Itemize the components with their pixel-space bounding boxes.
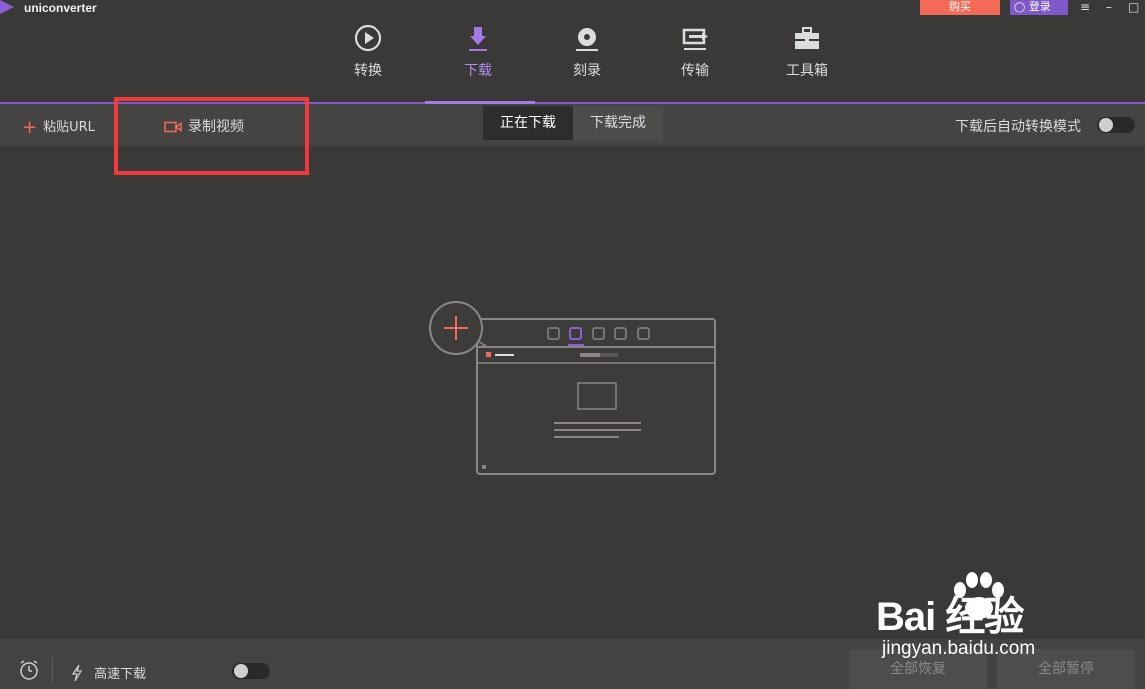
bottom-divider	[52, 657, 53, 683]
transfer-icon	[660, 22, 730, 54]
paste-url-button[interactable]: + 粘贴URL	[22, 116, 95, 138]
title-bar: uniconverter 购买 ◯ 登录 ≡ – □	[0, 0, 1145, 16]
user-icon: ◯	[1014, 2, 1026, 13]
empty-state-illustration	[428, 300, 718, 480]
maximize-icon[interactable]: □	[1128, 0, 1139, 14]
tab-download-label: 下载	[464, 63, 492, 79]
tab-convert-label: 转换	[354, 63, 382, 79]
download-icon	[443, 22, 513, 54]
login-label: 登录	[1028, 0, 1051, 13]
toggle-knob	[1099, 118, 1113, 132]
tab-download[interactable]: 下载	[443, 22, 513, 80]
tab-toolbox[interactable]: 工具箱	[772, 22, 842, 80]
highlight-annotation	[114, 97, 309, 175]
paste-url-label: 粘贴URL	[43, 120, 95, 135]
tab-transfer-label: 传输	[681, 63, 709, 79]
toggle-knob	[234, 664, 248, 678]
burn-icon	[552, 22, 622, 54]
app-title: uniconverter	[24, 1, 97, 15]
auto-convert-label: 下载后自动转换模式	[955, 119, 1081, 135]
lightning-icon	[71, 664, 86, 682]
high-speed-toggle[interactable]	[232, 663, 270, 679]
minimize-icon[interactable]: –	[1106, 0, 1112, 14]
convert-icon	[333, 22, 403, 54]
watermark-brand: Bai 经验	[876, 595, 1024, 639]
tab-burn[interactable]: 刻录	[552, 22, 622, 80]
plus-icon: +	[22, 117, 38, 138]
download-status-tabs: 正在下载 下载完成	[483, 106, 663, 140]
tab-toolbox-label: 工具箱	[786, 63, 828, 79]
tab-burn-label: 刻录	[573, 63, 601, 79]
auto-convert-toggle[interactable]	[1097, 117, 1135, 133]
menu-icon[interactable]: ≡	[1080, 0, 1090, 14]
baidu-watermark: Bai 经验 jingyan.baidu.com	[876, 570, 1136, 670]
buy-button[interactable]: 购买	[920, 0, 1000, 15]
schedule-alarm-icon[interactable]	[18, 659, 40, 685]
tab-convert[interactable]: 转换	[333, 22, 403, 80]
tab-downloaded[interactable]: 下载完成	[573, 106, 663, 140]
app-logo-icon	[0, 0, 14, 14]
toolbox-icon	[772, 22, 842, 54]
login-button[interactable]: ◯ 登录	[1010, 0, 1068, 15]
tab-downloading[interactable]: 正在下载	[483, 106, 573, 140]
main-nav: 转换 下载 刻录 传输 工具箱	[0, 22, 1145, 102]
tab-transfer[interactable]: 传输	[660, 22, 730, 80]
watermark-url: jingyan.baidu.com	[882, 638, 1036, 659]
high-speed-download: 高速下载	[71, 663, 147, 682]
high-speed-label: 高速下载	[94, 667, 147, 682]
